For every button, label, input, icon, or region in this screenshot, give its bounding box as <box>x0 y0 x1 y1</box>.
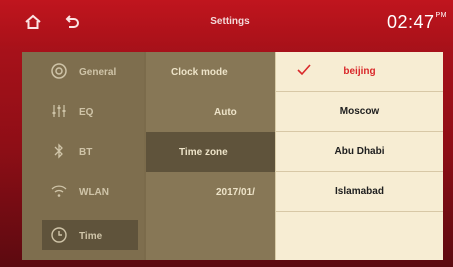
setting-clock-mode-value[interactable]: Auto <box>146 92 277 132</box>
sidebar-item-wlan[interactable]: WLAN <box>22 172 144 212</box>
dropdown-option-label: Islamabad <box>335 186 384 197</box>
setting-time-zone[interactable]: Time zone <box>146 132 277 172</box>
sidebar-item-eq[interactable]: EQ <box>22 92 144 132</box>
car-settings-screen: Settings 02:47PM General EQ BT WLAN Time… <box>0 0 453 267</box>
back-icon[interactable] <box>62 12 82 32</box>
sidebar-item-label: EQ <box>79 107 94 118</box>
dropdown-option-label: beijing <box>343 66 376 77</box>
setting-value: Auto <box>214 107 237 118</box>
setting-value: 2017/01/ <box>216 187 255 198</box>
home-icon[interactable] <box>23 12 43 32</box>
equalizer-icon <box>50 102 68 120</box>
setting-date-value[interactable]: 2017/01/ <box>146 172 277 212</box>
sidebar-item-label: General <box>79 67 117 78</box>
setting-label: Clock mode <box>171 67 228 78</box>
page-title: Settings <box>210 16 250 27</box>
sidebar-item-label: WLAN <box>79 187 109 198</box>
sidebar-item-label: Time <box>79 231 103 242</box>
sidebar-item-general[interactable]: General <box>22 52 144 92</box>
dropdown-option-moscow[interactable]: Moscow <box>276 92 443 132</box>
dropdown-option-label: Abu Dhabi <box>334 146 385 157</box>
clock-time: 02:47 <box>386 12 435 32</box>
dropdown-option-beijing[interactable]: beijing <box>276 52 443 92</box>
wifi-icon <box>50 182 68 200</box>
gear-icon <box>50 62 68 80</box>
sidebar-item-label: BT <box>79 147 93 158</box>
dropdown-option-abu-dhabi[interactable]: Abu Dhabi <box>276 132 443 172</box>
setting-clock-mode[interactable]: Clock mode <box>146 52 277 92</box>
sidebar-item-bt[interactable]: BT <box>22 132 144 172</box>
status-clock: 02:47PM <box>387 12 447 33</box>
bluetooth-icon <box>50 142 68 160</box>
top-bar: Settings 02:47PM <box>0 0 453 46</box>
sidebar-item-time[interactable]: Time <box>22 216 144 256</box>
clock-ampm: PM <box>435 12 447 19</box>
dropdown-option-islamabad[interactable]: Islamabad <box>276 172 443 212</box>
dropdown-option-label: Moscow <box>339 106 380 117</box>
clock-icon <box>50 226 68 244</box>
setting-label: Time zone <box>179 147 228 158</box>
